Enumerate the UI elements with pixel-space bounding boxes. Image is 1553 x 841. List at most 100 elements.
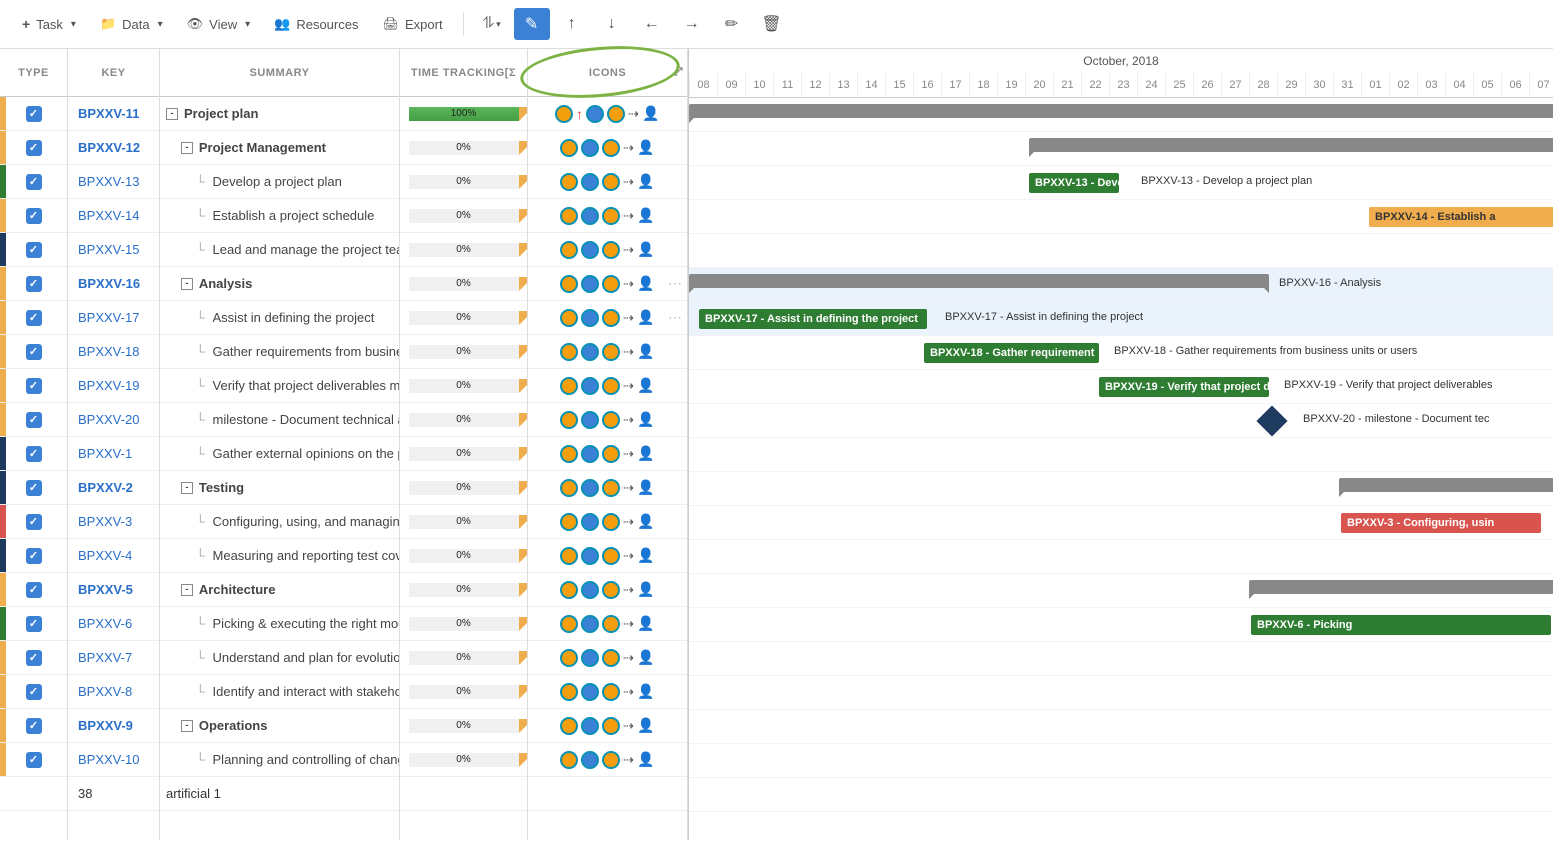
gantt-row[interactable]: BPXXV-18 - Gather requirementBPXXV-18 - … bbox=[689, 336, 1553, 370]
gantt-bar[interactable]: BPXXV-19 - Verify that project d bbox=[1099, 377, 1269, 397]
issue-key-link[interactable]: BPXXV-3 bbox=[68, 505, 159, 539]
link-icon[interactable]: ⇢ bbox=[623, 412, 634, 428]
type-cell[interactable]: ✓ bbox=[0, 471, 67, 505]
move-down-button[interactable]: ↓ bbox=[594, 8, 630, 40]
issue-key-link[interactable]: BPXXV-14 bbox=[68, 199, 159, 233]
checkbox-icon[interactable]: ✓ bbox=[26, 480, 42, 496]
summary-cell[interactable]: └ milestone - Document technical and bbox=[160, 403, 399, 437]
type-icon[interactable] bbox=[586, 105, 604, 123]
gantt-bar[interactable] bbox=[689, 104, 1553, 118]
summary-cell[interactable]: └ Gather requirements from business unit… bbox=[160, 335, 399, 369]
summary-cell[interactable]: └ Develop a project plan bbox=[160, 165, 399, 199]
assignee-icon[interactable]: 👤 bbox=[637, 207, 655, 225]
status-icon[interactable] bbox=[560, 207, 578, 225]
assignee-icon[interactable]: 👤 bbox=[637, 547, 655, 565]
type-cell[interactable]: ✓ bbox=[0, 335, 67, 369]
assignee-icon[interactable]: 👤 bbox=[637, 241, 655, 259]
status-icon-2[interactable] bbox=[602, 581, 620, 599]
link-icon[interactable]: ⇢ bbox=[623, 752, 634, 768]
summary-cell[interactable]: └ Picking & executing the right model bbox=[160, 607, 399, 641]
resources-button[interactable]: 👥 Resources bbox=[264, 10, 368, 38]
assignee-icon[interactable]: 👤 bbox=[637, 309, 655, 327]
issue-key-link[interactable]: BPXXV-13 bbox=[68, 165, 159, 199]
gantt-bar[interactable]: BPXXV-13 - Devel bbox=[1029, 173, 1119, 193]
issue-key-link[interactable]: BPXXV-2 bbox=[68, 471, 159, 505]
assignee-icon[interactable]: 👤 bbox=[637, 479, 655, 497]
gantt-row[interactable]: BPXXV-20 - milestone - Document tec bbox=[689, 404, 1553, 438]
status-icon[interactable] bbox=[560, 479, 578, 497]
status-icon-2[interactable] bbox=[602, 309, 620, 327]
status-icon-2[interactable] bbox=[602, 275, 620, 293]
collapse-toggle[interactable]: - bbox=[166, 108, 178, 120]
type-cell[interactable]: ✓ bbox=[0, 607, 67, 641]
expand-icon[interactable]: ⤢ bbox=[674, 66, 683, 79]
collapse-toggle[interactable]: - bbox=[181, 584, 193, 596]
status-icon[interactable] bbox=[560, 445, 578, 463]
link-icon[interactable]: ⇢ bbox=[623, 378, 634, 394]
type-icon[interactable] bbox=[581, 377, 599, 395]
summary-cell[interactable]: -Analysis bbox=[160, 267, 399, 301]
status-icon-2[interactable] bbox=[602, 207, 620, 225]
status-icon[interactable] bbox=[560, 309, 578, 327]
gantt-row[interactable] bbox=[689, 132, 1553, 166]
status-icon-2[interactable] bbox=[602, 717, 620, 735]
gantt-bar[interactable] bbox=[1249, 580, 1553, 594]
collapse-toggle[interactable]: - bbox=[181, 278, 193, 290]
assignee-icon[interactable]: 👤 bbox=[637, 683, 655, 701]
checkbox-icon[interactable]: ✓ bbox=[26, 684, 42, 700]
issue-key-link[interactable]: BPXXV-10 bbox=[68, 743, 159, 777]
gantt-bar[interactable]: BPXXV-3 - Configuring, usin bbox=[1341, 513, 1541, 533]
summary-cell[interactable]: └ Configuring, using, and managing bbox=[160, 505, 399, 539]
status-icon[interactable] bbox=[560, 139, 578, 157]
task-dropdown[interactable]: + Task ▾ bbox=[12, 10, 86, 38]
collapse-toggle[interactable]: - bbox=[181, 142, 193, 154]
gantt-row[interactable]: BPXXV-19 - Verify that project dBPXXV-19… bbox=[689, 370, 1553, 404]
status-icon[interactable] bbox=[560, 241, 578, 259]
gantt-row[interactable]: BPXXV-14 - Establish a bbox=[689, 200, 1553, 234]
type-cell[interactable]: ✓ bbox=[0, 709, 67, 743]
type-cell[interactable]: ✓ bbox=[0, 301, 67, 335]
summary-cell[interactable]: -Project plan bbox=[160, 97, 399, 131]
data-dropdown[interactable]: 📁 Data ▾ bbox=[90, 10, 173, 38]
type-cell[interactable]: ✓ bbox=[0, 97, 67, 131]
summary-cell[interactable]: -Testing bbox=[160, 471, 399, 505]
summary-cell[interactable]: -Operations bbox=[160, 709, 399, 743]
type-cell[interactable]: ✓ bbox=[0, 675, 67, 709]
assignee-icon[interactable]: 👤 bbox=[637, 139, 655, 157]
assignee-icon[interactable]: 👤 bbox=[637, 275, 655, 293]
pencil-button[interactable]: ✏ bbox=[714, 8, 750, 40]
gantt-bar[interactable]: BPXXV-14 - Establish a bbox=[1369, 207, 1553, 227]
link-icon[interactable]: ⇢ bbox=[623, 208, 634, 224]
type-cell[interactable]: ✓ bbox=[0, 165, 67, 199]
type-cell[interactable]: ✓ bbox=[0, 233, 67, 267]
checkbox-icon[interactable]: ✓ bbox=[26, 344, 42, 360]
status-icon[interactable] bbox=[560, 343, 578, 361]
summary-cell[interactable]: └ Establish a project schedule bbox=[160, 199, 399, 233]
assignee-icon[interactable]: 👤 bbox=[637, 173, 655, 191]
summary-cell[interactable]: └ Planning and controlling of change bbox=[160, 743, 399, 777]
checkbox-icon[interactable]: ✓ bbox=[26, 752, 42, 768]
collapse-toggle[interactable]: - bbox=[181, 720, 193, 732]
type-icon[interactable] bbox=[581, 717, 599, 735]
link-icon[interactable]: ⇢ bbox=[623, 650, 634, 666]
gantt-row[interactable] bbox=[689, 744, 1553, 778]
type-cell[interactable]: ✓ bbox=[0, 641, 67, 675]
gantt-row[interactable]: BPXXV-6 - Picking bbox=[689, 608, 1553, 642]
status-icon[interactable] bbox=[560, 751, 578, 769]
status-icon-2[interactable] bbox=[602, 139, 620, 157]
status-icon[interactable] bbox=[560, 649, 578, 667]
link-icon[interactable]: ⇢ bbox=[623, 684, 634, 700]
type-cell[interactable]: ✓ bbox=[0, 131, 67, 165]
more-icon[interactable]: ⋯ bbox=[668, 275, 683, 292]
status-icon-2[interactable] bbox=[602, 411, 620, 429]
status-icon-2[interactable] bbox=[602, 547, 620, 565]
issue-key-link[interactable]: BPXXV-12 bbox=[68, 131, 159, 165]
checkbox-icon[interactable]: ✓ bbox=[26, 140, 42, 156]
status-icon[interactable] bbox=[560, 717, 578, 735]
summary-cell[interactable]: -Architecture bbox=[160, 573, 399, 607]
type-icon[interactable] bbox=[581, 445, 599, 463]
link-icon[interactable]: ⇢ bbox=[623, 548, 634, 564]
assignee-icon[interactable]: 👤 bbox=[637, 649, 655, 667]
type-cell[interactable]: ✓ bbox=[0, 403, 67, 437]
gantt-bar[interactable] bbox=[1339, 478, 1553, 492]
